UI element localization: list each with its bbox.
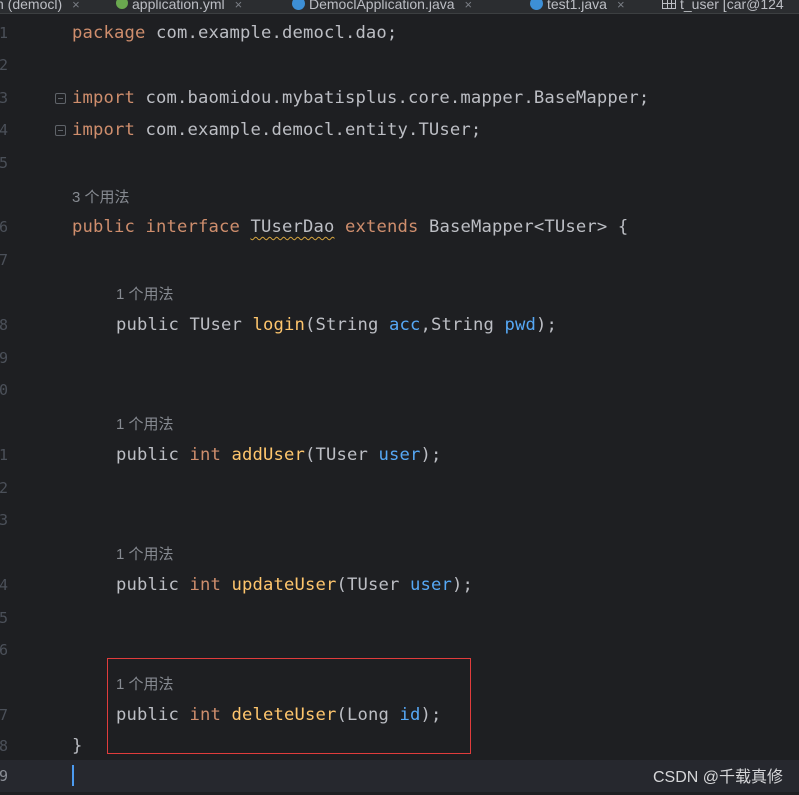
line-number: 3 <box>0 511 8 529</box>
text-caret <box>72 765 74 786</box>
close-icon[interactable]: × <box>235 0 243 12</box>
java-class-icon <box>292 0 305 10</box>
code-line[interactable]: 6 public interface TUserDao extends Base… <box>0 211 799 243</box>
code-line[interactable]: 2 <box>0 472 799 504</box>
code-line[interactable]: 1 package com.example.democl.dao; <box>0 17 799 49</box>
usage-hint-line: 3 个用法 <box>0 180 799 212</box>
line-number: 7 <box>0 251 8 269</box>
watermark: CSDN @千载真修 <box>652 769 783 786</box>
code-line[interactable]: 4 import com.example.democl.entity.TUser… <box>0 114 799 146</box>
tab-label: application.yml <box>132 0 225 12</box>
editor-tab-bar: n (democl) × application.yml × DemoclApp… <box>0 0 799 14</box>
line-number: 9 <box>0 349 8 367</box>
line-number: 3 <box>0 89 8 107</box>
line-code: public TUser login(String acc,String pwd… <box>116 315 557 335</box>
line-number: 5 <box>0 609 8 627</box>
fold-toggle-icon[interactable] <box>55 93 66 104</box>
code-line[interactable]: 9 <box>0 342 799 374</box>
tab-label: n (democl) <box>0 0 63 12</box>
tab-application-yml[interactable]: application.yml × <box>116 0 242 13</box>
line-number: 2 <box>0 479 8 497</box>
tab-democl[interactable]: n (democl) × <box>0 0 80 13</box>
usage-hint-line: 1 个用法 <box>0 277 799 309</box>
annotation-highlight-box <box>107 658 471 754</box>
code-line[interactable]: 8 public TUser login(String acc,String p… <box>0 309 799 341</box>
code-line[interactable]: 3 import com.baomidou.mybatisplus.core.m… <box>0 82 799 114</box>
usage-hint[interactable]: 1 个用法 <box>116 543 174 564</box>
fold-toggle-icon[interactable] <box>55 125 66 136</box>
tab-label: t_user [car@124 <box>680 0 784 12</box>
close-icon[interactable]: × <box>465 0 473 12</box>
table-icon <box>662 0 676 9</box>
yml-file-icon <box>116 0 128 9</box>
code-line[interactable]: 5 <box>0 147 799 179</box>
line-number: 1 <box>0 446 8 464</box>
line-code: package com.example.democl.dao; <box>72 23 398 43</box>
code-line[interactable]: 2 <box>0 49 799 81</box>
line-number: 9 <box>0 767 8 785</box>
tab-democl-application-java[interactable]: DemoclApplication.java × <box>292 0 472 13</box>
tab-t-user-table[interactable]: t_user [car@124 <box>662 0 784 13</box>
code-line[interactable]: 7 <box>0 244 799 276</box>
usage-hint[interactable]: 1 个用法 <box>116 283 174 304</box>
close-icon[interactable]: × <box>72 0 80 12</box>
line-number: 6 <box>0 641 8 659</box>
line-number: 4 <box>0 121 8 139</box>
line-number: 7 <box>0 706 8 724</box>
line-number: 1 <box>0 24 8 42</box>
line-code: import com.baomidou.mybatisplus.core.map… <box>72 88 650 108</box>
code-line[interactable]: 1 public int addUser(TUser user); <box>0 439 799 471</box>
code-line[interactable]: 5 <box>0 602 799 634</box>
line-code: public int updateUser(TUser user); <box>116 575 473 595</box>
tab-label: test1.java <box>547 0 607 12</box>
line-number: 8 <box>0 316 8 334</box>
tab-test1-java[interactable]: test1.java × <box>530 0 625 13</box>
line-code: public int addUser(TUser user); <box>116 445 442 465</box>
line-number: 6 <box>0 218 8 236</box>
code-line[interactable]: 0 <box>0 374 799 406</box>
code-line[interactable]: 3 <box>0 504 799 536</box>
line-number: 2 <box>0 56 8 74</box>
code-line[interactable]: 4 public int updateUser(TUser user); <box>0 569 799 601</box>
java-class-icon <box>530 0 543 10</box>
line-number: 4 <box>0 576 8 594</box>
close-icon[interactable]: × <box>617 0 625 12</box>
line-number: 5 <box>0 154 8 172</box>
usage-hint-line: 1 个用法 <box>0 537 799 569</box>
usage-hint-line: 1 个用法 <box>0 407 799 439</box>
line-code: import com.example.democl.entity.TUser; <box>72 120 482 140</box>
line-number: 0 <box>0 381 8 399</box>
line-code: public interface TUserDao extends BaseMa… <box>72 217 629 237</box>
usage-hint[interactable]: 1 个用法 <box>116 413 174 434</box>
line-code: } <box>72 736 83 756</box>
line-number: 8 <box>0 737 8 755</box>
tab-label: DemoclApplication.java <box>309 0 455 12</box>
usage-hint[interactable]: 3 个用法 <box>72 186 130 207</box>
